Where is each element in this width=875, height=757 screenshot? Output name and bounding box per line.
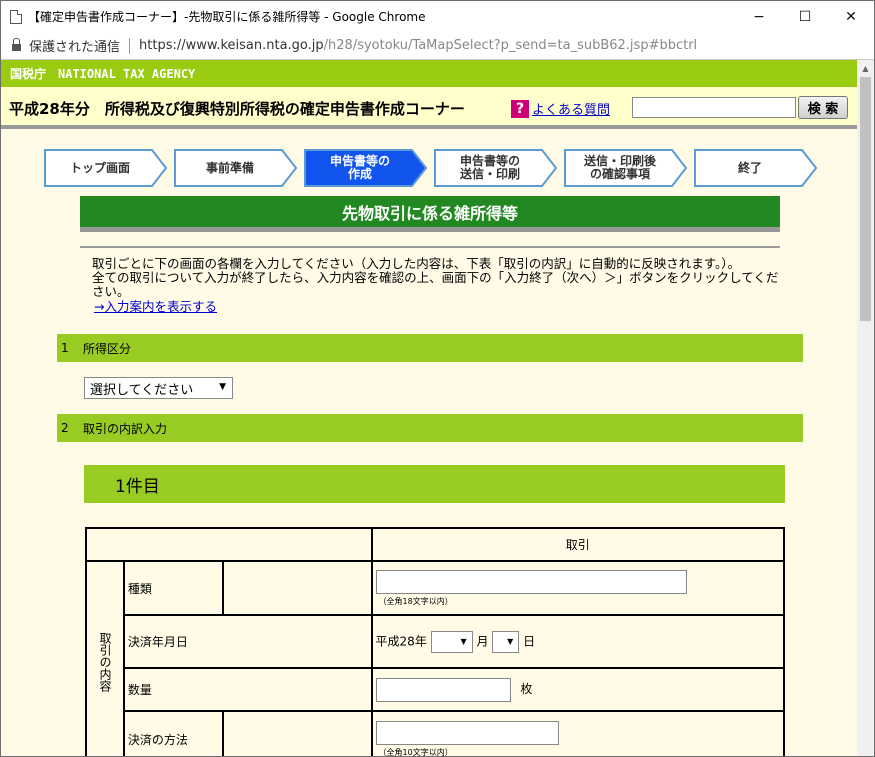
faq-link[interactable]: よくある質問 <box>532 99 610 118</box>
quantity-cell: 枚 <box>370 667 786 712</box>
search-button[interactable]: 検 索 <box>798 96 848 119</box>
url-text[interactable]: https://www.keisan.nta.go.jp/h28/syotoku… <box>139 38 697 53</box>
row-sublabel <box>222 560 373 616</box>
page-icon <box>10 9 22 24</box>
progress-steps: トップ画面 事前準備 申告書等の 作成 申告書等の 送信・印刷 送信・印刷後 の… <box>44 149 824 187</box>
row-label: 種類 <box>122 560 225 616</box>
month-unit: 月 <box>476 634 489 648</box>
kind-hint: （全角18文字以内） <box>378 596 453 606</box>
section-income-type: 1 所得区分 <box>57 334 803 362</box>
method-hint: （全角10文字以内） <box>378 747 453 757</box>
show-guide-link[interactable]: →入力案内を表示する <box>80 300 780 314</box>
day-unit: 日 <box>523 634 536 648</box>
divider <box>80 246 780 248</box>
close-button[interactable]: ✕ <box>828 1 874 32</box>
scrollbar-thumb[interactable] <box>860 77 871 321</box>
month-select[interactable]: ▼ <box>430 630 473 653</box>
day-select[interactable]: ▼ <box>492 630 520 653</box>
site-heading: 平成28年分 所得税及び復興特別所得税の確定申告書作成コーナー <box>9 100 465 118</box>
vertical-scrollbar[interactable]: ▲ <box>857 60 874 756</box>
section-label: 取引の内訳入力 <box>83 421 168 436</box>
window-title: 【確定申告書作成コーナー】-先物取引に係る雑所得等 - Google Chrom… <box>28 10 426 24</box>
dropdown-arrow-icon: ▼ <box>507 636 514 646</box>
step-label: 事前準備 <box>205 160 254 175</box>
section-number: 2 <box>61 421 69 435</box>
address-bar[interactable]: 保護された通信 https://www.keisan.nta.go.jp/h28… <box>1 32 874 60</box>
question-icon: ? <box>511 99 529 118</box>
quantity-input[interactable] <box>375 677 511 702</box>
quantity-unit: 枚 <box>520 682 533 696</box>
date-era: 平成28年 <box>375 634 427 648</box>
secure-label: 保護された通信 <box>29 40 121 55</box>
address-separator <box>129 37 131 54</box>
site-header: 平成28年分 所得税及び復興特別所得税の確定申告書作成コーナー ? よくある質問… <box>1 87 857 129</box>
row-label: 決済の方法 <box>122 710 225 756</box>
instruction-line: 全ての取引について入力が終了したら、入力内容を確認の上、画面下の「入力終了（次へ… <box>92 270 779 299</box>
select-value: 選択してください <box>90 382 194 398</box>
faq-link-group[interactable]: ? よくある質問 <box>511 99 610 118</box>
url-host: https://www.keisan.nta.go.jp <box>139 38 324 53</box>
scroll-up-icon[interactable]: ▲ <box>857 60 874 77</box>
instructions: 取引ごとに下の画面の各欄を入力してください（入力した内容は、下表「取引の内訳」に… <box>80 257 780 314</box>
step-label: 終了 <box>737 160 762 175</box>
method-input[interactable] <box>375 720 559 745</box>
browser-window: 【確定申告書作成コーナー】-先物取引に係る雑所得等 - Google Chrom… <box>0 0 875 757</box>
row-label: 決済年月日 <box>122 614 373 669</box>
search-input[interactable] <box>632 97 796 118</box>
step-label: 申告書等の 作成 <box>329 154 390 181</box>
step-label: 申告書等の 送信・印刷 <box>459 154 520 181</box>
lock-icon <box>12 38 21 51</box>
page-title: 先物取引に係る雑所得等 <box>80 196 780 232</box>
minimize-button[interactable]: − <box>736 1 782 32</box>
dropdown-arrow-icon: ▼ <box>460 636 467 646</box>
kind-cell: （全角18文字以内） <box>370 560 786 616</box>
method-cell: （全角10文字以内） <box>370 710 786 757</box>
instruction-line: 取引ごとに下の画面の各欄を入力してください（入力した内容は、下表「取引の内訳」に… <box>92 256 741 271</box>
row-sublabel <box>222 710 373 756</box>
row-label: 数量 <box>122 667 373 712</box>
section-transaction-details: 2 取引の内訳入力 <box>57 414 803 442</box>
kind-input[interactable] <box>375 569 687 594</box>
url-path: /h28/syotoku/TaMapSelect?p_send=ta_subB6… <box>323 38 698 53</box>
group-label: 取引の内容 <box>85 560 125 756</box>
step-label: トップ画面 <box>69 160 130 175</box>
date-cell: 平成28年 ▼ 月 ▼ 日 <box>370 614 786 669</box>
section-label: 所得区分 <box>83 341 132 356</box>
section-number: 1 <box>61 341 69 355</box>
income-type-select[interactable]: 選択してください ▼ <box>84 377 233 399</box>
item-header: 1件目 <box>84 465 785 503</box>
group-label-text: 取引の内容 <box>97 632 112 692</box>
transaction-table: 取引 取引の内容 種類 （全角18文字以内） 決済年月日 平成28年 ▼ 月 ▼ <box>85 527 786 757</box>
dropdown-arrow-icon: ▼ <box>219 382 226 392</box>
page-content: 国税庁 NATIONAL TAX AGENCY 平成28年分 所得税及び復興特別… <box>1 60 857 757</box>
title-bar: 【確定申告書作成コーナー】-先物取引に係る雑所得等 - Google Chrom… <box>1 1 874 32</box>
table-corner <box>85 527 373 562</box>
nta-banner: 国税庁 NATIONAL TAX AGENCY <box>1 60 857 87</box>
maximize-button[interactable]: ☐ <box>782 1 828 32</box>
column-header: 取引 <box>370 527 786 562</box>
step-label: 送信・印刷後 の確認事項 <box>583 154 656 181</box>
